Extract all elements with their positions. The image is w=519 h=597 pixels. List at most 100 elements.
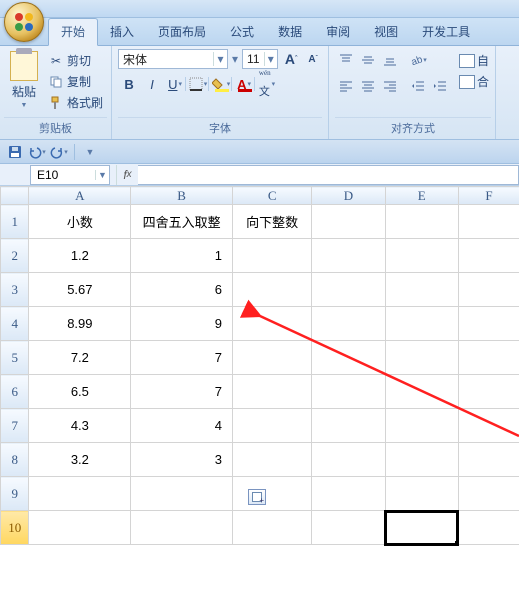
row-header-5[interactable]: 5 bbox=[1, 341, 29, 375]
cell-D8[interactable] bbox=[312, 443, 385, 477]
align-bottom-button[interactable] bbox=[379, 49, 401, 71]
tab-数据[interactable]: 数据 bbox=[266, 19, 314, 45]
row-header-1[interactable]: 1 bbox=[1, 205, 29, 239]
cell-C1[interactable]: 向下整数 bbox=[232, 205, 311, 239]
save-button[interactable] bbox=[6, 143, 24, 161]
cell-C10[interactable] bbox=[232, 511, 311, 545]
cell-A8[interactable]: 3.2 bbox=[29, 443, 131, 477]
cell-D4[interactable] bbox=[312, 307, 385, 341]
cell-E4[interactable] bbox=[385, 307, 458, 341]
bold-button[interactable]: B bbox=[118, 73, 140, 95]
underline-button[interactable]: U▾ bbox=[164, 73, 186, 95]
cell-F9[interactable] bbox=[458, 477, 519, 511]
grow-font-button[interactable]: Aˆ bbox=[282, 49, 300, 69]
shrink-font-button[interactable]: Aˇ bbox=[304, 49, 322, 69]
align-top-button[interactable] bbox=[335, 49, 357, 71]
cell-A2[interactable]: 1.2 bbox=[29, 239, 131, 273]
align-left-button[interactable] bbox=[335, 75, 357, 97]
align-right-button[interactable] bbox=[379, 75, 401, 97]
column-header-C[interactable]: C bbox=[232, 187, 311, 205]
cell-F7[interactable] bbox=[458, 409, 519, 443]
cell-C7[interactable] bbox=[232, 409, 311, 443]
row-header-2[interactable]: 2 bbox=[1, 239, 29, 273]
cell-B2[interactable]: 1 bbox=[131, 239, 233, 273]
column-header-D[interactable]: D bbox=[312, 187, 385, 205]
cell-B10[interactable] bbox=[131, 511, 233, 545]
decrease-indent-button[interactable] bbox=[407, 75, 429, 97]
cell-A10[interactable] bbox=[29, 511, 131, 545]
fx-button[interactable]: fx bbox=[116, 165, 138, 185]
office-button[interactable] bbox=[4, 2, 44, 42]
cell-A6[interactable]: 6.5 bbox=[29, 375, 131, 409]
font-color-button[interactable]: A▾ bbox=[233, 73, 255, 95]
fill-color-button[interactable]: ▾ bbox=[210, 73, 232, 95]
cell-C8[interactable] bbox=[232, 443, 311, 477]
cell-A7[interactable]: 4.3 bbox=[29, 409, 131, 443]
row-header-9[interactable]: 9 bbox=[1, 477, 29, 511]
cell-F5[interactable] bbox=[458, 341, 519, 375]
row-header-10[interactable]: 10 bbox=[1, 511, 29, 545]
tab-视图[interactable]: 视图 bbox=[362, 19, 410, 45]
cell-C4[interactable] bbox=[232, 307, 311, 341]
cell-D3[interactable] bbox=[312, 273, 385, 307]
select-all-corner[interactable] bbox=[1, 187, 29, 205]
align-middle-button[interactable] bbox=[357, 49, 379, 71]
autofill-options-button[interactable] bbox=[248, 489, 266, 505]
cell-B3[interactable]: 6 bbox=[131, 273, 233, 307]
cell-D2[interactable] bbox=[312, 239, 385, 273]
cell-A3[interactable]: 5.67 bbox=[29, 273, 131, 307]
row-header-3[interactable]: 3 bbox=[1, 273, 29, 307]
align-center-button[interactable] bbox=[357, 75, 379, 97]
orientation-button[interactable]: ab▾ bbox=[407, 49, 429, 71]
cell-B4[interactable]: 9 bbox=[131, 307, 233, 341]
cell-F4[interactable] bbox=[458, 307, 519, 341]
column-header-E[interactable]: E bbox=[385, 187, 458, 205]
cell-A5[interactable]: 7.2 bbox=[29, 341, 131, 375]
undo-button[interactable]: ▾ bbox=[28, 143, 46, 161]
cell-D7[interactable] bbox=[312, 409, 385, 443]
cell-D5[interactable] bbox=[312, 341, 385, 375]
cell-B8[interactable]: 3 bbox=[131, 443, 233, 477]
cell-A4[interactable]: 8.99 bbox=[29, 307, 131, 341]
cell-E7[interactable] bbox=[385, 409, 458, 443]
cell-A9[interactable] bbox=[29, 477, 131, 511]
format-painter-button[interactable]: 格式刷 bbox=[46, 93, 105, 112]
cell-E10[interactable] bbox=[385, 511, 458, 545]
cell-C5[interactable] bbox=[232, 341, 311, 375]
column-header-B[interactable]: B bbox=[131, 187, 233, 205]
cell-E9[interactable] bbox=[385, 477, 458, 511]
merge-cells-button[interactable]: 合 bbox=[457, 72, 491, 91]
cell-D6[interactable] bbox=[312, 375, 385, 409]
tab-审阅[interactable]: 审阅 bbox=[314, 19, 362, 45]
cell-B6[interactable]: 7 bbox=[131, 375, 233, 409]
cell-C2[interactable] bbox=[232, 239, 311, 273]
cell-F2[interactable] bbox=[458, 239, 519, 273]
tab-开发工具[interactable]: 开发工具 bbox=[410, 19, 482, 45]
cell-C3[interactable] bbox=[232, 273, 311, 307]
name-box[interactable]: E10 ▼ bbox=[30, 165, 110, 185]
cut-button[interactable]: ✂ 剪切 bbox=[46, 51, 105, 70]
tab-页面布局[interactable]: 页面布局 bbox=[146, 19, 218, 45]
cell-D1[interactable] bbox=[312, 205, 385, 239]
cell-B1[interactable]: 四舍五入取整 bbox=[131, 205, 233, 239]
worksheet[interactable]: ABCDEF1小数四舍五入取整向下整数21.2135.67648.99957.2… bbox=[0, 186, 519, 545]
cell-C6[interactable] bbox=[232, 375, 311, 409]
row-header-7[interactable]: 7 bbox=[1, 409, 29, 443]
row-header-6[interactable]: 6 bbox=[1, 375, 29, 409]
row-header-4[interactable]: 4 bbox=[1, 307, 29, 341]
cell-F6[interactable] bbox=[458, 375, 519, 409]
increase-indent-button[interactable] bbox=[429, 75, 451, 97]
cell-A1[interactable]: 小数 bbox=[29, 205, 131, 239]
cell-D10[interactable] bbox=[312, 511, 385, 545]
paste-button[interactable]: 粘贴 ▼ bbox=[4, 49, 44, 117]
row-header-8[interactable]: 8 bbox=[1, 443, 29, 477]
cell-F1[interactable] bbox=[458, 205, 519, 239]
tab-公式[interactable]: 公式 bbox=[218, 19, 266, 45]
tab-开始[interactable]: 开始 bbox=[48, 18, 98, 46]
cell-F8[interactable] bbox=[458, 443, 519, 477]
cell-D9[interactable] bbox=[312, 477, 385, 511]
cell-E2[interactable] bbox=[385, 239, 458, 273]
copy-button[interactable]: 复制 bbox=[46, 72, 105, 91]
cell-B7[interactable]: 4 bbox=[131, 409, 233, 443]
cell-F3[interactable] bbox=[458, 273, 519, 307]
